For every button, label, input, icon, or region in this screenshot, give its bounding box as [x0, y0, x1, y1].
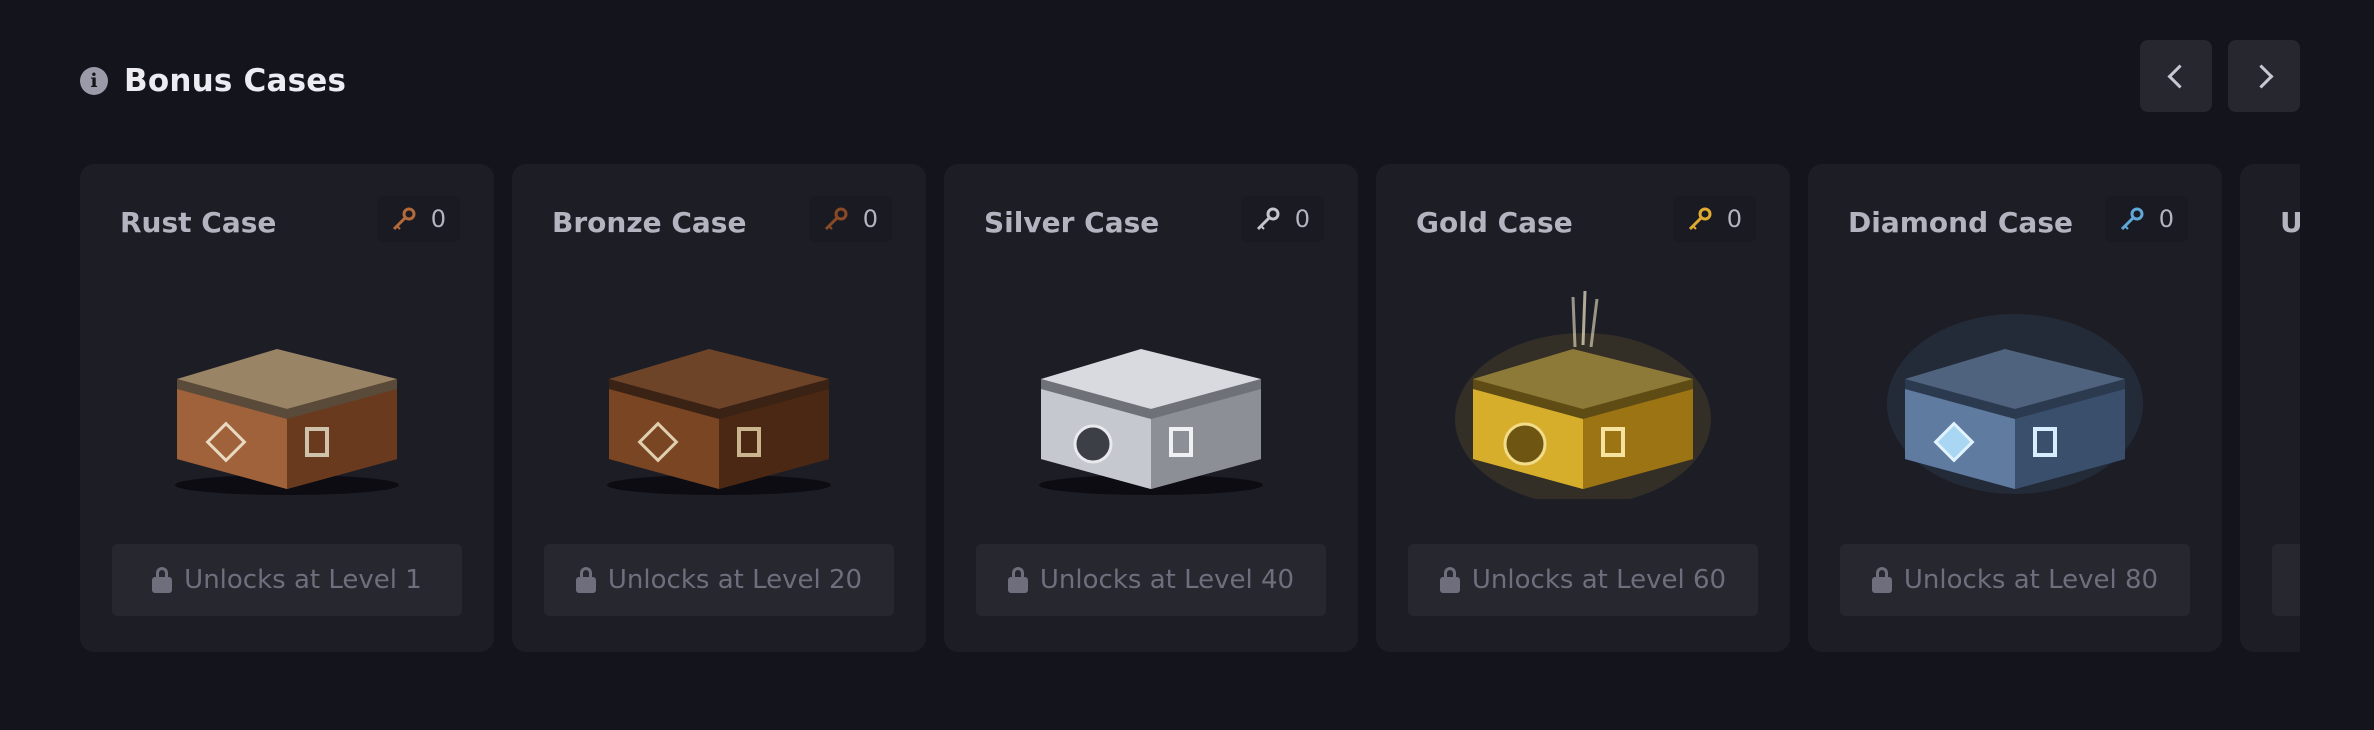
- unlock-requirement: Unlocks at Level 1: [112, 544, 462, 616]
- unlock-requirement: Unlocks at Level 40: [976, 544, 1326, 616]
- key-badge: 0: [1672, 196, 1756, 242]
- unlock-text: Unlocks at Level 20: [607, 565, 863, 595]
- case-card-partial[interactable]: U: [2240, 164, 2300, 652]
- case-card-rust[interactable]: Rust Case 0 Unlocks at Level 1: [80, 164, 494, 652]
- key-icon: [2120, 207, 2144, 231]
- key-icon: [824, 207, 848, 231]
- unlock-requirement: Unlocks at Level 60: [1408, 544, 1758, 616]
- key-count: 0: [1294, 205, 1310, 233]
- case-image: [1878, 274, 2152, 514]
- case-name: Diamond Case: [1848, 206, 2073, 239]
- lock-icon: [1007, 567, 1028, 593]
- case-name: Rust Case: [120, 206, 277, 239]
- case-name: Bronze Case: [552, 206, 747, 239]
- key-count: 0: [1726, 205, 1742, 233]
- key-count: 0: [2158, 205, 2174, 233]
- section-title: Bonus Cases: [124, 63, 347, 99]
- previous-button[interactable]: [2140, 40, 2212, 112]
- key-count: 0: [430, 205, 446, 233]
- unlock-text: Unlocks at Level 60: [1471, 565, 1727, 595]
- case-card-bronze[interactable]: Bronze Case 0 Unlocks at Level 20: [512, 164, 926, 652]
- lock-icon: [575, 567, 596, 593]
- key-badge: 0: [376, 196, 460, 242]
- case-name: Gold Case: [1416, 206, 1573, 239]
- key-count: 0: [862, 205, 878, 233]
- case-name: U: [2280, 206, 2300, 239]
- case-card-silver[interactable]: Silver Case 0 Unlocks at Level 40: [944, 164, 1358, 652]
- case-image: [1014, 274, 1288, 514]
- unlock-text: Unlocks at Level 1: [184, 565, 422, 595]
- key-icon: [1256, 207, 1280, 231]
- silver-chest-image: [1039, 349, 1263, 495]
- key-icon: [392, 207, 416, 231]
- unlock-text: Unlocks at Level 80: [1903, 565, 2159, 595]
- chevron-left-icon: [2166, 63, 2192, 89]
- lock-icon: [1871, 567, 1892, 593]
- cases-carousel: Rust Case 0 Unlocks at Level 1 Bronze Ca…: [80, 164, 2300, 652]
- key-icon: [1688, 207, 1712, 231]
- key-badge: 0: [1240, 196, 1324, 242]
- case-image: [582, 274, 856, 514]
- bronze-chest-image: [607, 349, 831, 495]
- unlock-requirement: Unlocks at Level 20: [544, 544, 894, 616]
- gold-chest-image: [1455, 290, 1711, 499]
- case-image: [150, 274, 424, 514]
- next-button[interactable]: [2228, 40, 2300, 112]
- case-name: Silver Case: [984, 206, 1160, 239]
- lock-icon: [1439, 567, 1460, 593]
- unlock-requirement: [2272, 544, 2300, 616]
- case-card-diamond[interactable]: Diamond Case 0 Unlocks at Level 80: [1808, 164, 2222, 652]
- unlock-text: Unlocks at Level 40: [1039, 565, 1295, 595]
- lock-icon: [152, 567, 173, 593]
- rust-chest-image: [175, 349, 399, 495]
- case-card-gold[interactable]: Gold Case 0 Unlocks at Level 60: [1376, 164, 1790, 652]
- unlock-requirement: Unlocks at Level 80: [1840, 544, 2190, 616]
- case-image: [1446, 274, 1720, 514]
- cases-track: Rust Case 0 Unlocks at Level 1 Bronze Ca…: [80, 164, 2300, 652]
- section-header: i Bonus Cases: [80, 58, 346, 104]
- diamond-chest-image: [1887, 314, 2143, 494]
- key-badge: 0: [2104, 196, 2188, 242]
- chevron-right-icon: [2248, 63, 2274, 89]
- key-badge: 0: [808, 196, 892, 242]
- info-icon[interactable]: i: [80, 67, 108, 95]
